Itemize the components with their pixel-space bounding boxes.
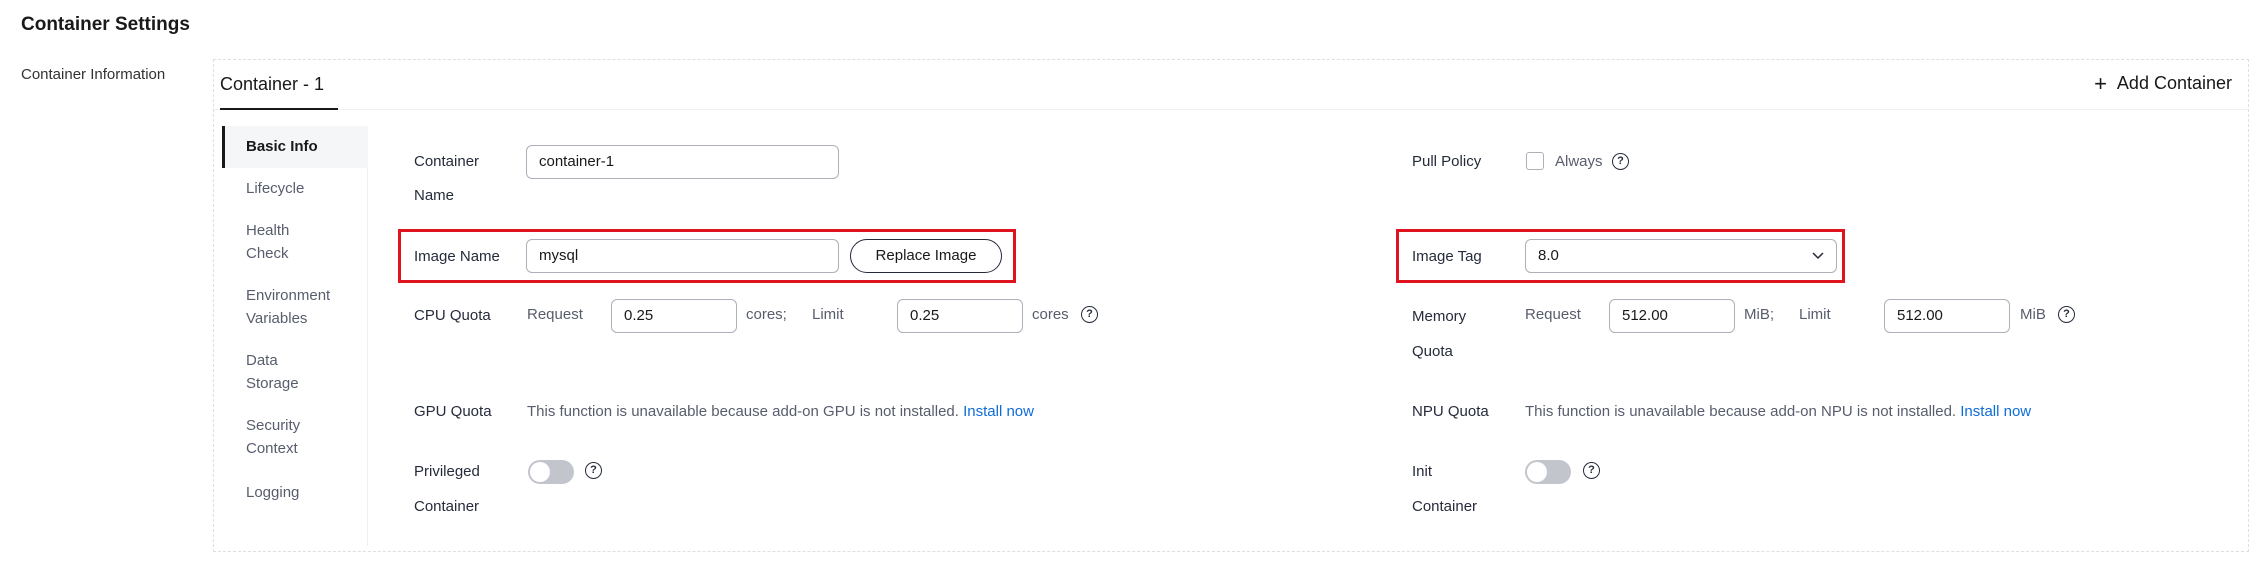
page-title: Container Settings xyxy=(21,14,190,35)
nav-item-label: Environment Variables xyxy=(246,287,331,327)
nav-item-lifecycle[interactable]: Lifecycle xyxy=(222,177,368,200)
image-tag-highlight xyxy=(1396,229,1845,283)
gpu-install-now-link[interactable]: Install now xyxy=(963,403,1034,420)
cpu-limit-unit: cores xyxy=(1032,306,1069,323)
nav-item-environment-variables[interactable]: Environment Variables xyxy=(222,284,340,330)
add-container-button[interactable]: + Add Container xyxy=(2094,70,2232,96)
nav-item-health-check[interactable]: Health Check xyxy=(222,219,332,265)
nav-item-label: Basic Info xyxy=(246,138,318,155)
container-tabs: Container - 1 + Add Container xyxy=(214,60,2248,110)
section-label: Container Information xyxy=(21,66,166,83)
privileged-toggle[interactable] xyxy=(528,460,574,484)
nav-item-label: Health Check xyxy=(246,222,290,262)
memory-request-unit: MiB; xyxy=(1744,306,1774,323)
nav-item-label: Lifecycle xyxy=(246,180,305,197)
help-icon[interactable]: ? xyxy=(585,462,602,479)
nav-item-label: Logging xyxy=(246,484,300,501)
gpu-quota-message: This function is unavailable because add… xyxy=(527,403,959,420)
nav-item-security-context[interactable]: Security Context xyxy=(222,414,324,460)
privileged-label-line2: Container xyxy=(414,498,480,515)
image-name-highlight xyxy=(398,229,1016,283)
memory-quota-label-line1: Memory xyxy=(1412,308,1467,325)
npu-quota-label: NPU Quota xyxy=(1412,403,1489,420)
help-icon[interactable]: ? xyxy=(1583,462,1600,479)
nav-item-label: Security Context xyxy=(246,417,301,457)
cpu-limit-input[interactable]: 0.25 xyxy=(897,299,1023,333)
cpu-limit-label: Limit xyxy=(812,306,844,323)
toggle-knob xyxy=(530,462,550,482)
cpu-quota-label: CPU Quota xyxy=(414,307,491,324)
nav-item-data-storage[interactable]: Data Storage xyxy=(222,349,318,395)
help-icon[interactable]: ? xyxy=(1612,153,1629,170)
init-container-label-line2: Container xyxy=(1412,498,1478,515)
privileged-label-line1: Privileged xyxy=(414,463,480,480)
toggle-knob xyxy=(1527,462,1547,482)
cpu-request-label: Request xyxy=(527,306,583,323)
cpu-request-unit: cores; xyxy=(746,306,787,323)
memory-request-label: Request xyxy=(1525,306,1581,323)
memory-quota-label-line2: Quota xyxy=(1412,343,1453,360)
memory-limit-unit: MiB xyxy=(2020,306,2046,323)
init-container-label-line1: Init xyxy=(1412,463,1433,480)
init-container-toggle[interactable] xyxy=(1525,460,1571,484)
side-nav: Basic Info Lifecycle Health Check Enviro… xyxy=(222,126,368,546)
gpu-quota-label: GPU Quota xyxy=(414,403,492,420)
pull-policy-label: Pull Policy xyxy=(1412,153,1482,170)
tab-container-1[interactable]: Container - 1 xyxy=(220,74,324,95)
npu-quota-message: This function is unavailable because add… xyxy=(1525,403,1957,420)
pull-policy-checkbox[interactable] xyxy=(1526,152,1544,170)
nav-item-logging[interactable]: Logging xyxy=(222,481,368,504)
add-container-label: Add Container xyxy=(2116,73,2232,93)
plus-icon: + xyxy=(2094,70,2107,96)
memory-limit-input[interactable]: 512.00 xyxy=(1884,299,2010,333)
npu-install-now-link[interactable]: Install now xyxy=(1960,403,2031,420)
nav-item-basic-info[interactable]: Basic Info xyxy=(222,126,368,168)
cpu-request-input[interactable]: 0.25 xyxy=(611,299,737,333)
container-name-label-line1: Container xyxy=(414,153,480,170)
gpu-quota-message-row: This function is unavailable because add… xyxy=(527,394,1034,429)
memory-request-input[interactable]: 512.00 xyxy=(1609,299,1735,333)
tab-active-underline xyxy=(220,108,338,110)
nav-item-label: Data Storage xyxy=(246,352,299,392)
npu-quota-message-row: This function is unavailable because add… xyxy=(1525,394,2031,429)
container-name-label-line2: Name xyxy=(414,187,455,204)
help-icon[interactable]: ? xyxy=(2058,306,2075,323)
help-icon[interactable]: ? xyxy=(1081,306,1098,323)
pull-policy-option-label[interactable]: Always xyxy=(1555,144,1603,179)
container-name-input[interactable]: container-1 xyxy=(526,145,839,179)
memory-limit-label: Limit xyxy=(1799,306,1831,323)
nav-active-indicator xyxy=(222,126,225,168)
